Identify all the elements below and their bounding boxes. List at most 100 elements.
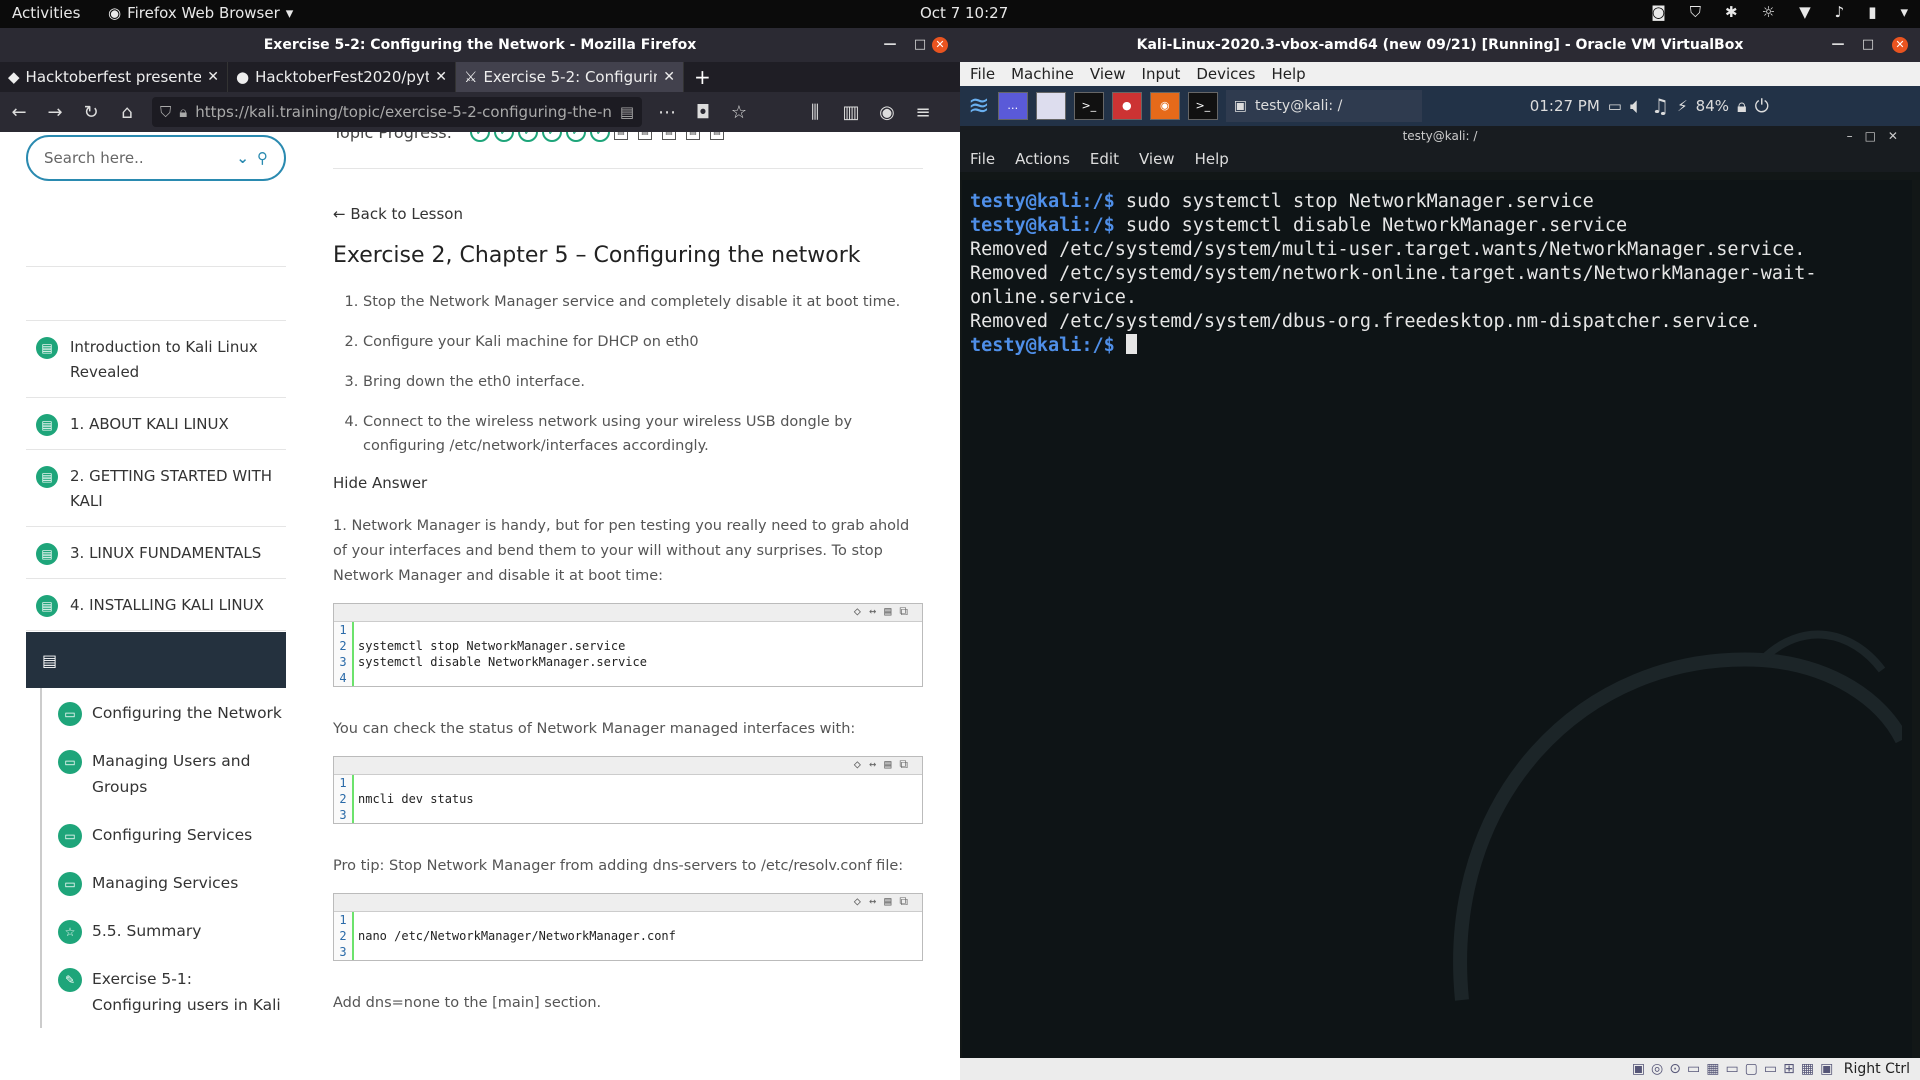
topic-summary[interactable]: ☆ 5.5. Summary [42,906,286,954]
progress-pending-icon: ▤ [638,132,652,140]
menu-file[interactable]: File [970,62,995,86]
code-toolbar[interactable]: ◇↔▤⧉ [334,894,922,912]
terminal-icon[interactable]: >_ [1187,92,1218,120]
firefox-icon[interactable]: ◉ [1149,92,1180,120]
chevron-down-icon[interactable]: ⌄ [236,149,249,167]
topic-configuring-network[interactable]: ▭ Configuring the Network [42,688,286,736]
code-toolbar[interactable]: ◇↔▤⧉ [334,757,922,775]
code-text: systemctl stop NetworkManager.service [358,639,626,653]
topic-progress: Topic Progress: ✓ ✓ ✓ ✓ ✓ ✓ ▤ ▤ ▤ ▤ ▤ [333,132,923,169]
reload-icon[interactable]: ↻ [80,102,102,123]
volume-icon[interactable]: ♪ [1835,3,1845,21]
close-button[interactable]: ✕ [932,37,948,53]
reader-view-icon[interactable]: ▤ [620,103,634,121]
volume-icon[interactable]: 🔈︎ [1630,94,1643,119]
slack-icon[interactable]: ✱ [1725,3,1738,21]
page-actions-icon[interactable]: ⋯ [656,102,678,123]
term-menu-edit[interactable]: Edit [1090,146,1119,172]
tracking-shield-icon[interactable]: ⛉ [160,103,171,121]
terminal-line: Removed /etc/systemd/system/network-onli… [970,262,1904,286]
shield-icon[interactable]: ⛉ [1690,3,1701,21]
search-input[interactable]: Search here.. [44,149,228,167]
back-to-lesson-link[interactable]: ← Back to Lesson [333,205,923,223]
term-menu-help[interactable]: Help [1195,146,1229,172]
new-tab-button[interactable]: + [684,62,721,92]
search-icon[interactable]: ⚲ [257,149,268,167]
menu-icon[interactable]: ≡ [912,102,934,123]
code-line: 3 [334,944,922,960]
logout-icon[interactable]: ⏻ [1755,96,1769,117]
screen-recorder-icon[interactable]: ● [1111,92,1142,120]
maximize-button[interactable]: □ [1860,37,1876,53]
term-menu-view[interactable]: View [1139,146,1175,172]
pocket-icon[interactable]: ◘ [692,102,714,123]
terminal-text: sudo systemctl disable NetworkManager.se… [1114,215,1628,236]
workspace-icon[interactable]: … [997,92,1028,120]
kali-menu-icon[interactable]: ≋ [968,91,990,121]
sidebar-item-current[interactable]: ▤ [26,632,286,688]
tab-label: Exercise 5-2: Configuring [483,68,658,86]
forward-icon[interactable]: → [44,102,66,123]
clock[interactable]: Oct 7 10:27 [920,4,1008,22]
sidebar-item-getting-started[interactable]: ▤ 2. GETTING STARTED WITH KALI [26,450,286,527]
close-tab-icon[interactable]: ✕ [207,69,219,85]
notification-icon[interactable]: ♫ [1651,94,1669,118]
sidebar-item-about[interactable]: ▤ 1. ABOUT KALI LINUX [26,398,286,450]
code-toolbar[interactable]: ◇↔▤⧉ [334,604,922,622]
tab-hacktoberfest[interactable]: ◆ Hacktoberfest presente ✕ [0,62,228,92]
bookmark-star-icon[interactable]: ☆ [728,102,750,123]
panel-clock[interactable]: 01:27 PM [1530,97,1600,115]
search-box[interactable]: Search here.. ⌄ ⚲ [26,135,286,181]
menu-input[interactable]: Input [1142,62,1181,86]
terminal-window-controls[interactable]: –□✕ [1847,126,1910,146]
menu-devices[interactable]: Devices [1196,62,1255,86]
progress-complete-icon: ✓ [566,132,586,142]
sidebar-item-linux-fundamentals[interactable]: ▤ 3. LINUX FUNDAMENTALS [26,527,286,579]
home-icon[interactable]: ⌂ [116,102,138,123]
topic-managing-users[interactable]: ▭ Managing Users and Groups [42,736,286,810]
hide-answer-toggle[interactable]: Hide Answer [333,474,923,492]
tab-github[interactable]: ● HacktoberFest2020/pyth ✕ [228,62,456,92]
wifi-icon[interactable]: ▼ [1799,3,1811,21]
back-icon[interactable]: ← [8,102,30,123]
topic-managing-services[interactable]: ▭ Managing Services [42,858,286,906]
tab-exercise[interactable]: ⚔ Exercise 5-2: Configuring ✕ [456,62,684,92]
system-tray[interactable]: ◙ ⛉ ✱ ☼ ▼ ♪ ▮ ▾ [1651,3,1908,21]
power-menu-icon[interactable]: ▾ [1900,3,1908,21]
app-menu[interactable]: ◉ Firefox Web Browser ▾ [108,4,293,22]
taskbar-terminal[interactable]: ▣ testy@kali: / [1225,90,1422,122]
battery-level[interactable]: 84% [1696,97,1729,115]
file-manager-icon[interactable] [1035,92,1066,120]
menu-help[interactable]: Help [1271,62,1305,86]
topic-exercise-5-1[interactable]: ✎ Exercise 5-1: Configuring users in Kali [42,954,286,1028]
close-tab-icon[interactable]: ✕ [663,69,675,85]
url-bar[interactable]: ⛉ 🔒︎ https://kali.training/topic/exercis… [152,97,642,127]
term-menu-file[interactable]: File [970,146,995,172]
lock-icon[interactable]: 🔒︎ [179,103,187,121]
close-tab-icon[interactable]: ✕ [435,69,447,85]
maximize-button[interactable]: □ [912,37,928,53]
battery-icon[interactable]: ▮ [1868,3,1876,21]
sidebar-toggle-icon[interactable]: ▥ [840,102,862,123]
close-button[interactable]: ✕ [1892,37,1908,53]
brightness-icon[interactable]: ☼ [1762,3,1775,21]
minimize-button[interactable]: — [882,37,898,53]
discord-icon[interactable]: ◙ [1651,3,1666,21]
lock-icon[interactable]: 🔒︎ [1737,96,1747,117]
sidebar-item-installing[interactable]: ▤ 4. INSTALLING KALI LINUX [26,579,286,631]
term-menu-actions[interactable]: Actions [1015,146,1070,172]
terminal-icon[interactable]: >_ [1073,92,1104,120]
menu-view[interactable]: View [1090,62,1126,86]
sidebar-item-intro[interactable]: ▤ Introduction to Kali Linux Revealed [26,321,286,398]
url-text[interactable]: https://kali.training/topic/exercise-5-2… [195,103,612,121]
library-icon[interactable]: ⫼ [804,102,826,123]
minimize-button[interactable]: — [1830,37,1846,53]
status-icons[interactable]: ▣◎⊙▭▦▭▢▭⊞▦▣ [1632,1061,1840,1077]
topic-configuring-services[interactable]: ▭ Configuring Services [42,810,286,858]
terminal-output[interactable]: testy@kali:/$ sudo systemctl stop Networ… [962,180,1912,1058]
activities-button[interactable]: Activities [12,4,80,22]
network-icon[interactable]: ▭ [1608,97,1622,115]
account-icon[interactable]: ◉ [876,102,898,123]
menu-machine[interactable]: Machine [1011,62,1074,86]
battery-icon[interactable]: ⚡ [1677,97,1688,115]
